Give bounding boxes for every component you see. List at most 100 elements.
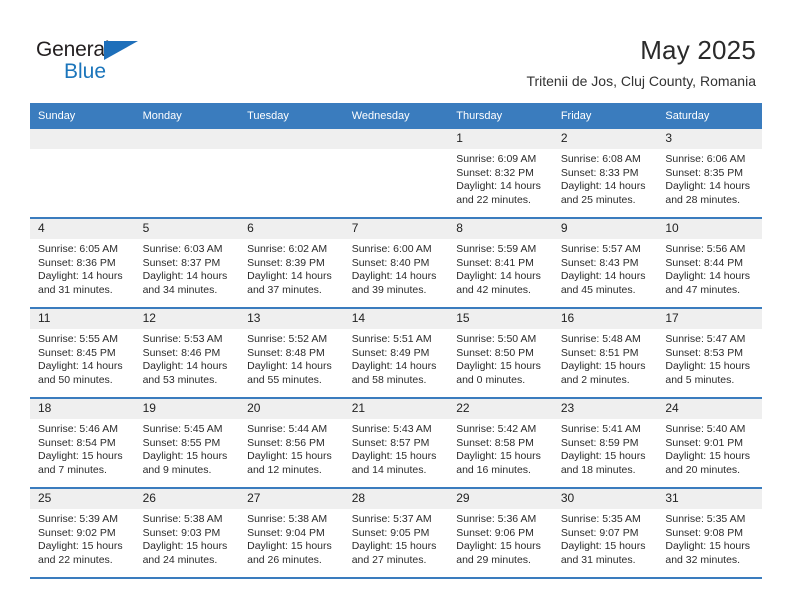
logo-blue-text: Blue [64, 60, 107, 83]
daylight-text-line2: and 9 minutes. [142, 463, 212, 476]
day-number: 15 [448, 309, 553, 329]
daylight-text-line2: and 14 minutes. [351, 463, 427, 476]
sunrise-text: Sunrise: 5:36 AM [456, 513, 537, 525]
calendar-day-cell[interactable]: 30 Sunrise: 5:35 AM Sunset: 9:07 PM Dayligh… [552, 487, 658, 577]
sunset-text: Sunset: 9:08 PM [665, 526, 744, 539]
weekday-header-tuesday: Tuesday [239, 103, 344, 129]
calendar-cell-empty [343, 129, 449, 218]
day-details: Sunrise: 5:36 AM Sunset: 9:06 PM Daylight:… [448, 509, 553, 567]
sunrise-text: Sunrise: 5:40 AM [665, 423, 746, 435]
calendar-day-cell[interactable]: 27 Sunrise: 5:38 AM Sunset: 9:04 PM Dayligh… [239, 487, 344, 577]
day-number: 19 [134, 399, 240, 419]
calendar-week-row: 25 Sunrise: 5:39 AM Sunset: 9:02 PM Dayligh… [30, 487, 762, 577]
sunset-text: Sunset: 8:41 PM [456, 256, 534, 269]
sunrise-text: Sunrise: 6:05 AM [38, 243, 118, 255]
weekday-header-sunday: Sunday [30, 103, 135, 129]
day-number: 27 [239, 489, 344, 509]
calendar-day-cell[interactable]: 12 Sunrise: 5:53 AM Sunset: 8:46 PM Dayligh… [134, 307, 240, 398]
sunrise-text: Sunrise: 5:44 AM [247, 423, 328, 435]
day-number: 25 [30, 489, 135, 509]
calendar-day-cell[interactable]: 13 Sunrise: 5:52 AM Sunset: 8:48 PM Dayligh… [239, 307, 344, 398]
daylight-text-line1: Daylight: 14 hours [456, 180, 541, 192]
calendar-day-cell[interactable]: 2 Sunrise: 6:08 AM Sunset: 8:33 PM Daylight… [552, 129, 658, 218]
sunset-text: Sunset: 9:05 PM [351, 526, 430, 539]
calendar-day-cell[interactable]: 3 Sunrise: 6:06 AM Sunset: 8:35 PM Daylight… [657, 129, 762, 218]
calendar-day-cell[interactable]: 9 Sunrise: 5:57 AM Sunset: 8:43 PM Daylight… [552, 217, 658, 308]
calendar-day-cell[interactable]: 8 Sunrise: 5:59 AM Sunset: 8:41 PM Daylight… [448, 217, 553, 308]
daylight-text-line1: Daylight: 14 hours [456, 270, 541, 282]
sunset-text: Sunset: 8:46 PM [142, 346, 221, 359]
calendar-day-cell[interactable]: 1 Sunrise: 6:09 AM Sunset: 8:32 PM Daylight… [448, 129, 553, 218]
calendar-day-cell[interactable]: 16 Sunrise: 5:48 AM Sunset: 8:51 PM Dayligh… [552, 307, 658, 398]
calendar-day-cell[interactable]: 5 Sunrise: 6:03 AM Sunset: 8:37 PM Daylight… [134, 217, 240, 308]
day-number: 23 [552, 399, 658, 419]
daylight-text-line2: and 7 minutes. [38, 463, 107, 476]
daylight-text-line2: and 50 minutes. [38, 373, 113, 386]
calendar-day-cell[interactable]: 17 Sunrise: 5:47 AM Sunset: 8:53 PM Dayligh… [657, 307, 762, 398]
sunrise-text: Sunrise: 5:38 AM [142, 513, 223, 525]
day-details: Sunrise: 6:02 AM Sunset: 8:39 PM Daylight:… [239, 239, 344, 297]
daylight-text-line1: Daylight: 14 hours [142, 360, 228, 372]
calendar-week-row: 4 Sunrise: 6:05 AM Sunset: 8:36 PM Daylight… [30, 217, 762, 308]
sunrise-text: Sunrise: 5:35 AM [665, 513, 746, 525]
day-details: Sunrise: 5:51 AM Sunset: 8:49 PM Daylight:… [344, 329, 449, 387]
calendar-day-cell[interactable]: 26 Sunrise: 5:38 AM Sunset: 9:03 PM Dayligh… [134, 487, 240, 577]
daylight-text-line2: and 16 minutes. [456, 463, 531, 476]
calendar-day-cell[interactable]: 23 Sunrise: 5:41 AM Sunset: 8:59 PM Dayligh… [552, 397, 658, 488]
calendar-day-cell[interactable]: 4 Sunrise: 6:05 AM Sunset: 8:36 PM Daylight… [30, 217, 135, 308]
calendar-day-cell[interactable]: 29 Sunrise: 5:36 AM Sunset: 9:06 PM Dayligh… [448, 487, 553, 577]
daylight-text-line2: and 34 minutes. [142, 283, 218, 296]
calendar-day-cell[interactable]: 15 Sunrise: 5:50 AM Sunset: 8:50 PM Dayligh… [448, 307, 553, 398]
calendar-day-cell[interactable]: 24 Sunrise: 5:40 AM Sunset: 9:01 PM Dayligh… [657, 397, 762, 488]
daylight-text-line2: and 22 minutes. [456, 193, 531, 206]
calendar-day-cell[interactable]: 21 Sunrise: 5:43 AM Sunset: 8:57 PM Dayligh… [343, 397, 449, 488]
sunset-text: Sunset: 8:49 PM [351, 346, 430, 359]
day-details: Sunrise: 5:46 AM Sunset: 8:54 PM Daylight:… [30, 419, 135, 477]
day-details: Sunrise: 6:03 AM Sunset: 8:37 PM Daylight:… [135, 239, 240, 297]
calendar-day-cell[interactable]: 20 Sunrise: 5:44 AM Sunset: 8:56 PM Dayligh… [239, 397, 344, 488]
weekday-header-wednesday: Wednesday [343, 103, 449, 129]
day-details: Sunrise: 5:48 AM Sunset: 8:51 PM Daylight:… [553, 329, 658, 387]
calendar-day-cell[interactable]: 14 Sunrise: 5:51 AM Sunset: 8:49 PM Dayligh… [343, 307, 449, 398]
day-number: 26 [134, 489, 240, 509]
calendar-day-cell[interactable]: 7 Sunrise: 6:00 AM Sunset: 8:40 PM Daylight… [343, 217, 449, 308]
weekday-header-saturday: Saturday [657, 103, 762, 129]
calendar-week-row: 18 Sunrise: 5:46 AM Sunset: 8:54 PM Dayligh… [30, 397, 762, 488]
daylight-text-line2: and 24 minutes. [142, 553, 218, 566]
day-details: Sunrise: 5:55 AM Sunset: 8:45 PM Daylight:… [30, 329, 135, 387]
calendar-day-cell[interactable]: 18 Sunrise: 5:46 AM Sunset: 8:54 PM Dayligh… [30, 397, 135, 488]
general-blue-logo[interactable]: General Blue [36, 38, 236, 88]
sunset-text: Sunset: 9:07 PM [560, 526, 639, 539]
daylight-text-line2: and 18 minutes. [560, 463, 636, 476]
daylight-text-line1: Daylight: 14 hours [665, 180, 751, 192]
calendar-day-cell[interactable]: 10 Sunrise: 5:56 AM Sunset: 8:44 PM Dayligh… [657, 217, 762, 308]
daylight-text-line2: and 42 minutes. [456, 283, 531, 296]
day-number: 12 [134, 309, 240, 329]
daylight-text-line1: Daylight: 15 hours [456, 540, 541, 552]
daylight-text-line2: and 55 minutes. [247, 373, 322, 386]
weekday-header-thursday: Thursday [448, 103, 553, 129]
calendar-day-cell[interactable]: 6 Sunrise: 6:02 AM Sunset: 8:39 PM Daylight… [239, 217, 344, 308]
sunset-text: Sunset: 8:54 PM [38, 436, 116, 449]
sunset-text: Sunset: 9:06 PM [456, 526, 534, 539]
daylight-text-line1: Daylight: 15 hours [351, 450, 437, 462]
sunset-text: Sunset: 9:04 PM [247, 526, 325, 539]
day-number: 30 [552, 489, 658, 509]
sunrise-text: Sunrise: 5:48 AM [560, 333, 641, 345]
calendar-day-cell[interactable]: 31 Sunrise: 5:35 AM Sunset: 9:08 PM Dayligh… [657, 487, 762, 577]
calendar-day-cell[interactable]: 22 Sunrise: 5:42 AM Sunset: 8:58 PM Dayligh… [448, 397, 553, 488]
sunrise-text: Sunrise: 5:35 AM [560, 513, 641, 525]
calendar-day-cell[interactable]: 25 Sunrise: 5:39 AM Sunset: 9:02 PM Dayligh… [30, 487, 135, 577]
daylight-text-line2: and 25 minutes. [560, 193, 636, 206]
sunset-text: Sunset: 8:53 PM [665, 346, 744, 359]
sunrise-text: Sunrise: 6:03 AM [142, 243, 223, 255]
daylight-text-line1: Daylight: 15 hours [665, 450, 751, 462]
sunset-text: Sunset: 8:36 PM [38, 256, 116, 269]
day-number: 9 [552, 219, 658, 239]
calendar-header-row: Sunday Monday Tuesday Wednesday Thursday… [30, 103, 762, 129]
calendar-day-cell[interactable]: 11 Sunrise: 5:55 AM Sunset: 8:45 PM Dayligh… [30, 307, 135, 398]
sunrise-text: Sunrise: 6:02 AM [247, 243, 328, 255]
calendar-day-cell[interactable]: 19 Sunrise: 5:45 AM Sunset: 8:55 PM Dayligh… [134, 397, 240, 488]
day-details: Sunrise: 5:43 AM Sunset: 8:57 PM Daylight:… [344, 419, 449, 477]
calendar-day-cell[interactable]: 28 Sunrise: 5:37 AM Sunset: 9:05 PM Dayligh… [343, 487, 449, 577]
